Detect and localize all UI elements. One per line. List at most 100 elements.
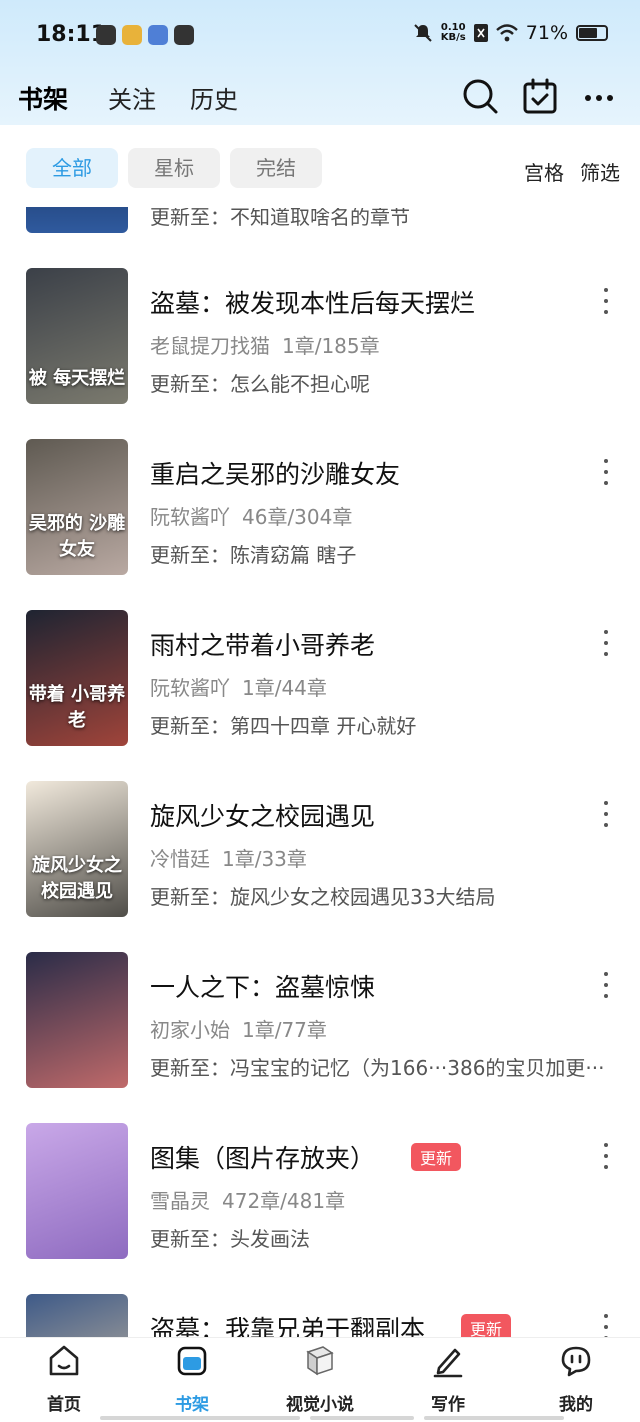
filter-finished[interactable]: 完结 bbox=[230, 148, 322, 188]
app-notification-icon bbox=[122, 25, 142, 45]
update-badge: 更新 bbox=[411, 1143, 462, 1171]
item-more-icon[interactable] bbox=[602, 972, 610, 998]
book-author: 阮软酱吖 bbox=[150, 676, 230, 700]
book-progress: 472章/481章 bbox=[222, 1189, 346, 1213]
item-more-icon[interactable] bbox=[602, 459, 610, 485]
book-update: 更新至：怎么能不担心呢 bbox=[150, 372, 370, 396]
book-item[interactable]: 盗墓：我靠兄弟干翻副本 更新 bbox=[0, 1294, 640, 1337]
tab-following[interactable]: 关注 bbox=[108, 80, 156, 115]
home-indicator bbox=[310, 1416, 414, 1420]
book-cover[interactable]: 带着 小哥养老 bbox=[26, 610, 128, 746]
book-title[interactable]: 重启之吴邪的沙雕女友 bbox=[150, 455, 400, 491]
chat-profile-icon bbox=[561, 1346, 591, 1377]
book-cover[interactable] bbox=[26, 1123, 128, 1259]
status-app-icons bbox=[96, 25, 194, 45]
tab-history[interactable]: 历史 bbox=[190, 80, 238, 115]
book-cover[interactable] bbox=[26, 207, 128, 233]
nav-profile[interactable]: 我的 bbox=[521, 1344, 631, 1415]
mute-bell-icon bbox=[414, 24, 432, 42]
book-item[interactable]: 被 每天摆烂 盗墓：被发现本性后每天摆烂老鼠提刀找猫 1章/185章更新至：怎么能不… bbox=[0, 268, 640, 408]
update-badge: 更新 bbox=[461, 1314, 512, 1337]
book-item[interactable]: 一人之下：盗墓惊悚初家小始 1章/77章更新至：冯宝宝的记忆（为166···386… bbox=[0, 952, 640, 1092]
filter-all[interactable]: 全部 bbox=[26, 148, 118, 188]
book-progress: 1章/185章 bbox=[282, 334, 380, 358]
book-author: 雪晶灵 bbox=[150, 1189, 210, 1213]
more-icon[interactable] bbox=[580, 76, 620, 116]
book-meta: 冷惜廷 1章/33章 bbox=[150, 843, 307, 872]
book-progress: 46章/304章 bbox=[242, 505, 353, 529]
book-cover[interactable]: 旋风少女之 校园遇见 bbox=[26, 781, 128, 917]
book-item[interactable]: 吴邪的 沙雕女友 重启之吴邪的沙雕女友阮软酱吖 46章/304章更新至：陈清窈篇 瞎… bbox=[0, 439, 640, 579]
book-update: 更新至：第四十四章 开心就好 bbox=[150, 714, 417, 738]
app-notification-icon bbox=[174, 25, 194, 45]
nav-writing[interactable]: 写作 bbox=[393, 1344, 503, 1415]
book-cover[interactable]: 被 每天摆烂 bbox=[26, 268, 128, 404]
cover-title-art: 旋风少女之 校园遇见 bbox=[32, 855, 122, 902]
home-indicator bbox=[100, 1416, 300, 1420]
book-meta: 雪晶灵 472章/481章 bbox=[150, 1185, 345, 1214]
cover-title-art: 被 每天摆烂 bbox=[28, 368, 126, 389]
status-bar: 18:11 0.10 KB/s 71% bbox=[0, 0, 640, 72]
book-cover[interactable] bbox=[26, 1294, 128, 1337]
nav-home[interactable]: 首页 bbox=[9, 1344, 119, 1415]
bookshelf-icon bbox=[177, 1346, 207, 1376]
wifi-icon bbox=[495, 24, 518, 42]
book-title[interactable]: 盗墓：我靠兄弟干翻副本 更新 bbox=[150, 1310, 512, 1337]
book-progress: 1章/44章 bbox=[242, 676, 327, 700]
book-title[interactable]: 旋风少女之校园遇见 bbox=[150, 797, 375, 833]
calendar-check-icon[interactable] bbox=[520, 76, 560, 116]
book-update: 更新至：旋风少女之校园遇见33大结局 bbox=[150, 885, 496, 909]
book-update: 更新至：陈清窈篇 瞎子 bbox=[150, 543, 357, 567]
book-update: 更新至：冯宝宝的记忆（为166···386的宝贝加更··· bbox=[150, 1056, 605, 1080]
book-title[interactable]: 一人之下：盗墓惊悚 bbox=[150, 968, 375, 1004]
book-author: 初家小始 bbox=[150, 1018, 230, 1042]
tab-bookshelf[interactable]: 书架 bbox=[18, 80, 68, 116]
book-cover[interactable] bbox=[26, 952, 128, 1088]
item-more-icon[interactable] bbox=[602, 630, 610, 656]
cover-title-art: 吴邪的 沙雕女友 bbox=[28, 513, 126, 560]
book-author: 冷惜廷 bbox=[150, 847, 210, 871]
book-item[interactable]: 旋风少女之 校园遇见 旋风少女之校园遇见冷惜廷 1章/33章更新至：旋风少女之校园遇… bbox=[0, 781, 640, 921]
pen-icon bbox=[433, 1348, 463, 1378]
book-meta: 阮软酱吖 1章/44章 bbox=[150, 672, 327, 701]
item-more-icon[interactable] bbox=[602, 288, 610, 314]
book-update: 更新至：不知道取啥名的章节 bbox=[150, 207, 410, 229]
nav-bookshelf[interactable]: 书架 bbox=[137, 1344, 247, 1415]
search-icon[interactable] bbox=[460, 76, 500, 116]
nav-visual-novel[interactable]: 视觉小说 bbox=[265, 1344, 375, 1415]
book-meta: 老鼠提刀找猫 1章/185章 bbox=[150, 330, 380, 359]
item-more-icon[interactable] bbox=[602, 801, 610, 827]
grid-view-toggle[interactable]: 宫格 bbox=[524, 157, 564, 186]
book-meta: 阮软酱吖 46章/304章 bbox=[150, 501, 352, 530]
home-icon bbox=[49, 1345, 79, 1376]
home-indicator bbox=[424, 1416, 564, 1420]
battery-percent: 71% bbox=[525, 22, 568, 44]
top-header: 书架 关注 历史 bbox=[0, 72, 640, 124]
book-cover[interactable]: 吴邪的 沙雕女友 bbox=[26, 439, 128, 575]
item-more-icon[interactable] bbox=[602, 1143, 610, 1169]
sim-icon bbox=[473, 24, 488, 42]
app-notification-icon bbox=[96, 25, 116, 45]
book-meta: 初家小始 1章/77章 bbox=[150, 1014, 327, 1043]
book-progress: 1章/33章 bbox=[222, 847, 307, 871]
book-progress: 1章/77章 bbox=[242, 1018, 327, 1042]
filter-starred[interactable]: 星标 bbox=[128, 148, 220, 188]
battery-icon bbox=[576, 25, 608, 41]
book-item[interactable]: 带着 小哥养老 雨村之带着小哥养老阮软酱吖 1章/44章更新至：第四十四章 开心就好 bbox=[0, 610, 640, 750]
book-list: 更新至：不知道取啥名的章节 被 每天摆烂 盗墓：被发现本性后每天摆烂老鼠提刀找猫 1… bbox=[0, 207, 640, 1337]
net-speed: 0.10 KB/s bbox=[440, 22, 466, 43]
book-item[interactable]: 图集（图片存放夹） 更新雪晶灵 472章/481章更新至：头发画法 bbox=[0, 1123, 640, 1263]
filter-button[interactable]: 筛选 bbox=[580, 157, 620, 186]
book-update: 更新至：头发画法 bbox=[150, 1227, 310, 1251]
cover-title-art: 带着 小哥养老 bbox=[28, 684, 126, 731]
book-icon bbox=[306, 1346, 334, 1376]
item-more-icon[interactable] bbox=[602, 1314, 610, 1337]
book-author: 阮软酱吖 bbox=[150, 505, 230, 529]
book-author: 老鼠提刀找猫 bbox=[150, 334, 270, 358]
book-title[interactable]: 盗墓：被发现本性后每天摆烂 bbox=[150, 284, 475, 320]
book-title[interactable]: 雨村之带着小哥养老 bbox=[150, 626, 375, 662]
app-notification-icon bbox=[148, 25, 168, 45]
filter-row: 全部 星标 完结 宫格 筛选 bbox=[0, 125, 640, 207]
book-title[interactable]: 图集（图片存放夹） 更新 bbox=[150, 1139, 462, 1175]
bottom-nav: 首页 书架 视觉小说 写作 我的 bbox=[0, 1337, 640, 1422]
